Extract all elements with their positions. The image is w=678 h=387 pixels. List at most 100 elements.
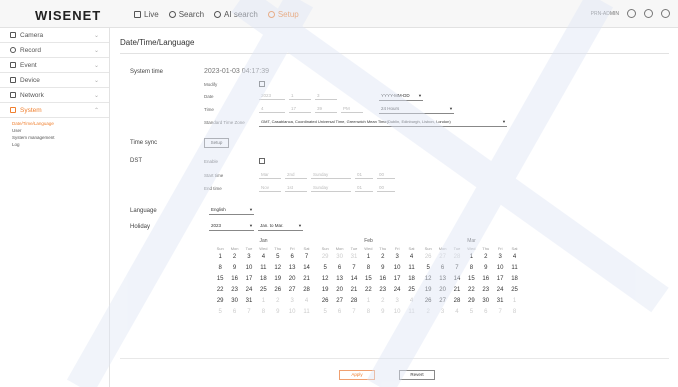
calendar-day[interactable]: 8 xyxy=(361,309,375,315)
calendar-day[interactable]: 4 xyxy=(450,309,464,315)
calendar-day[interactable]: 3 xyxy=(493,254,507,260)
sidebar-item-network[interactable]: Network ⌄ xyxy=(0,88,109,103)
nav-search[interactable]: Search xyxy=(168,10,204,19)
time-hour-field[interactable]: 4 xyxy=(259,105,285,113)
apply-button[interactable]: Apply xyxy=(339,370,375,380)
calendar-day[interactable]: 2 xyxy=(376,298,390,304)
calendar-day[interactable]: 22 xyxy=(464,287,478,293)
sidebar-item-device[interactable]: Device ⌄ xyxy=(0,73,109,88)
calendar-day[interactable]: 6 xyxy=(332,309,346,315)
calendar-day[interactable]: 8 xyxy=(507,309,521,315)
calendar-day[interactable]: 12 xyxy=(318,276,332,282)
calendar-day[interactable]: 6 xyxy=(227,309,241,315)
date-format-select[interactable]: YYYY-MM-DD xyxy=(379,92,423,101)
calendar-day[interactable]: 8 xyxy=(464,265,478,271)
calendar-day[interactable]: 4 xyxy=(404,254,418,260)
calendar-day[interactable]: 15 xyxy=(361,276,375,282)
calendar-day[interactable]: 8 xyxy=(213,265,227,271)
calendar-day[interactable]: 12 xyxy=(271,265,285,271)
dst-end-day[interactable]: Sunday xyxy=(311,184,351,192)
sidebar-item-event[interactable]: Event ⌄ xyxy=(0,58,109,73)
calendar-day[interactable]: 4 xyxy=(404,298,418,304)
calendar-day[interactable]: 18 xyxy=(256,276,270,282)
calendar-day[interactable]: 17 xyxy=(493,276,507,282)
calendar-day[interactable]: 28 xyxy=(347,298,361,304)
calendar-day[interactable]: 5 xyxy=(421,265,435,271)
date-day-field[interactable]: 3 xyxy=(315,92,337,100)
calendar-day[interactable]: 24 xyxy=(493,287,507,293)
calendar-day[interactable]: 7 xyxy=(299,254,313,260)
calendar-day[interactable]: 19 xyxy=(421,287,435,293)
calendar-day[interactable]: 2 xyxy=(227,254,241,260)
calendar-day[interactable]: 10 xyxy=(242,265,256,271)
calendar-day[interactable]: 2 xyxy=(479,254,493,260)
nav-ai-search[interactable]: AI search xyxy=(214,10,258,19)
dst-start-day[interactable]: Sunday xyxy=(311,171,351,179)
help-icon[interactable] xyxy=(644,9,653,18)
revert-button[interactable]: Revert xyxy=(399,370,435,380)
calendar-day[interactable]: 2 xyxy=(376,254,390,260)
calendar-day[interactable]: 3 xyxy=(435,309,449,315)
calendar-day[interactable]: 21 xyxy=(347,287,361,293)
calendar-day[interactable]: 18 xyxy=(404,276,418,282)
calendar-day[interactable]: 12 xyxy=(421,276,435,282)
calendar-day[interactable]: 5 xyxy=(318,309,332,315)
calendar-day[interactable]: 14 xyxy=(299,265,313,271)
calendar-day[interactable]: 2 xyxy=(271,298,285,304)
calendar-day[interactable]: 3 xyxy=(390,298,404,304)
dst-end-week[interactable]: 1st xyxy=(285,184,307,192)
calendar-day[interactable]: 3 xyxy=(242,254,256,260)
calendar-day[interactable]: 20 xyxy=(285,276,299,282)
calendar-day[interactable]: 26 xyxy=(271,287,285,293)
calendar-day[interactable]: 27 xyxy=(435,298,449,304)
calendar-day[interactable]: 19 xyxy=(271,276,285,282)
nav-setup[interactable]: Setup xyxy=(267,10,299,19)
calendar-day[interactable]: 13 xyxy=(435,276,449,282)
calendar-day[interactable]: 27 xyxy=(285,287,299,293)
holiday-range-select[interactable]: Jan. to Mar. xyxy=(258,222,303,231)
calendar-day[interactable]: 9 xyxy=(376,309,390,315)
calendar-day[interactable]: 30 xyxy=(332,254,346,260)
calendar-day[interactable]: 11 xyxy=(404,309,418,315)
calendar-day[interactable]: 24 xyxy=(242,287,256,293)
calendar-day[interactable]: 25 xyxy=(404,287,418,293)
calendar-day[interactable]: 4 xyxy=(299,298,313,304)
calendar-day[interactable]: 6 xyxy=(479,309,493,315)
calendar-day[interactable]: 16 xyxy=(479,276,493,282)
calendar-day[interactable]: 28 xyxy=(450,298,464,304)
calendar-day[interactable]: 14 xyxy=(347,276,361,282)
submenu-system-management[interactable]: System management xyxy=(12,134,109,141)
calendar-day[interactable]: 31 xyxy=(493,298,507,304)
calendar-day[interactable]: 6 xyxy=(435,265,449,271)
calendar-day[interactable]: 9 xyxy=(271,309,285,315)
calendar-day[interactable]: 7 xyxy=(347,309,361,315)
calendar-day[interactable]: 30 xyxy=(227,298,241,304)
timezone-select[interactable]: GMT, Casablanca, Coordinated Universal T… xyxy=(259,118,507,127)
submenu-user[interactable]: User xyxy=(12,127,109,134)
calendar-day[interactable]: 28 xyxy=(450,254,464,260)
calendar-day[interactable]: 5 xyxy=(318,265,332,271)
calendar-day[interactable]: 27 xyxy=(435,254,449,260)
calendar-day[interactable]: 1 xyxy=(256,298,270,304)
calendar-day[interactable]: 10 xyxy=(493,265,507,271)
calendar-day[interactable]: 4 xyxy=(507,254,521,260)
calendar-day[interactable]: 4 xyxy=(256,254,270,260)
calendar-day[interactable]: 13 xyxy=(332,276,346,282)
submenu-log[interactable]: Log xyxy=(12,141,109,148)
calendar-day[interactable]: 29 xyxy=(464,298,478,304)
calendar-day[interactable]: 23 xyxy=(376,287,390,293)
calendar-day[interactable]: 26 xyxy=(318,298,332,304)
calendar-day[interactable]: 31 xyxy=(242,298,256,304)
calendar-day[interactable]: 25 xyxy=(256,287,270,293)
dst-start-week[interactable]: 2nd xyxy=(285,171,307,179)
calendar-day[interactable]: 23 xyxy=(227,287,241,293)
calendar-day[interactable]: 7 xyxy=(493,309,507,315)
calendar-day[interactable]: 11 xyxy=(299,309,313,315)
calendar-day[interactable]: 21 xyxy=(299,276,313,282)
sidebar-item-camera[interactable]: Camera ⌄ xyxy=(0,28,109,43)
nav-live[interactable]: Live xyxy=(134,10,159,19)
calendar-day[interactable]: 3 xyxy=(285,298,299,304)
calendar-day[interactable]: 17 xyxy=(242,276,256,282)
calendar-day[interactable]: 17 xyxy=(390,276,404,282)
calendar-day[interactable]: 26 xyxy=(421,298,435,304)
